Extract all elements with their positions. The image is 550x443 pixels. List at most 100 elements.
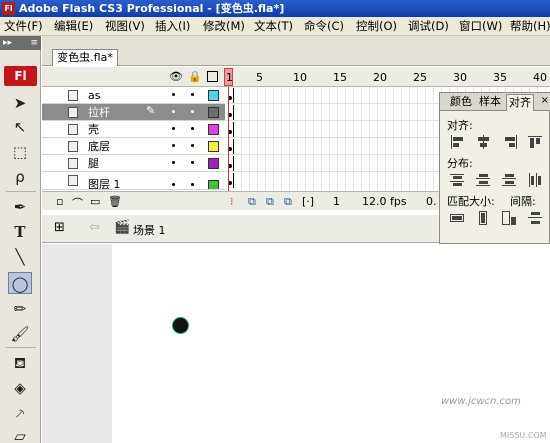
modify-onion-markers-icon[interactable]: [·]: [302, 195, 314, 208]
paint-bucket-tool-icon[interactable]: ◈: [8, 377, 32, 399]
stage-area[interactable]: [42, 244, 550, 443]
onion-skin-icon[interactable]: ⧉: [248, 195, 256, 209]
lock-dot[interactable]: [191, 183, 194, 186]
align-left-icon[interactable]: [450, 135, 466, 149]
menu-file[interactable]: 文件(F): [4, 19, 43, 34]
eyedropper-tool-icon[interactable]: ⸕: [8, 402, 32, 424]
layer-row[interactable]: 图层 1: [42, 172, 225, 190]
edit-multiple-frames-icon[interactable]: ⧉: [284, 195, 292, 209]
line-tool-icon[interactable]: ╲: [8, 246, 32, 268]
distribute-left-icon[interactable]: [528, 173, 544, 187]
match-height-icon[interactable]: [476, 211, 492, 225]
toolbox-divider: [6, 347, 36, 348]
layer-row[interactable]: 腿: [42, 155, 225, 172]
oval-tool-icon[interactable]: ◯: [8, 272, 32, 294]
outline-color-swatch[interactable]: [208, 158, 219, 169]
outline-all-icon[interactable]: [207, 71, 218, 82]
frame-number: 5: [256, 71, 263, 84]
menu-insert[interactable]: 插入(I): [155, 19, 190, 34]
panel-close-icon[interactable]: ×: [541, 95, 549, 106]
lock-dot[interactable]: [191, 161, 194, 164]
visibility-dot[interactable]: [172, 110, 175, 113]
subselection-tool-icon[interactable]: ↖: [8, 116, 32, 138]
match-width-height-icon[interactable]: [502, 211, 518, 225]
outline-color-swatch[interactable]: [208, 180, 219, 189]
distribute-bottom-icon[interactable]: [502, 173, 518, 187]
lock-dot[interactable]: [191, 110, 194, 113]
space-evenly-vertical-icon[interactable]: [528, 211, 544, 225]
text-tool-icon[interactable]: T: [8, 221, 32, 243]
lock-all-icon[interactable]: 🔒: [188, 70, 202, 83]
add-motion-guide-icon[interactable]: ⌒: [72, 195, 83, 211]
layer-row[interactable]: as: [42, 87, 225, 104]
visibility-dot[interactable]: [172, 144, 175, 147]
outline-color-swatch[interactable]: [208, 141, 219, 152]
elapsed-time: 0.: [426, 195, 437, 208]
visibility-dot[interactable]: [172, 93, 175, 96]
layer-name: 底层: [88, 140, 110, 153]
layer-list: as 拉杆 ✎ 壳 底层 腿 图层 1: [42, 87, 225, 190]
brush-tool-icon[interactable]: 🖌: [8, 323, 32, 345]
layer-name: 图层 1: [88, 178, 121, 190]
layer-row-selected[interactable]: 拉杆 ✎: [42, 104, 225, 121]
stage-circle-shape[interactable]: [172, 317, 189, 334]
menu-window[interactable]: 窗口(W): [459, 19, 502, 34]
align-panel: 颜色 样本 对齐 × 对齐: 分布: 匹配大小: 间隔:: [439, 92, 550, 244]
menu-help[interactable]: 帮助(H): [510, 19, 550, 34]
menu-view[interactable]: 视图(V): [105, 19, 145, 34]
lock-dot[interactable]: [191, 93, 194, 96]
insert-layer-icon[interactable]: ▫: [56, 195, 63, 208]
selection-tool-icon[interactable]: ➤: [8, 92, 32, 114]
frame-number: 20: [373, 71, 387, 84]
distribute-vertical-center-icon[interactable]: [476, 173, 492, 187]
delete-layer-icon[interactable]: 🗑: [108, 195, 122, 208]
visibility-dot[interactable]: [172, 161, 175, 164]
layer-row[interactable]: 壳: [42, 121, 225, 138]
eraser-tool-icon[interactable]: ▱: [8, 425, 32, 443]
match-width-icon[interactable]: [450, 211, 466, 225]
free-transform-tool-icon[interactable]: ⬚: [8, 141, 32, 163]
layer-row[interactable]: 底层: [42, 138, 225, 155]
document-tab[interactable]: 变色虫.fla*: [52, 49, 118, 66]
menu-debug[interactable]: 调试(D): [408, 19, 449, 34]
visibility-dot[interactable]: [172, 127, 175, 130]
lasso-tool-icon[interactable]: ρ: [8, 166, 32, 188]
outline-color-swatch[interactable]: [208, 107, 219, 118]
frame-number: 35: [493, 71, 507, 84]
menu-commands[interactable]: 命令(C): [304, 19, 344, 34]
pencil-tool-icon[interactable]: ✏: [8, 298, 32, 320]
menu-text[interactable]: 文本(T): [254, 19, 293, 34]
lock-dot[interactable]: [191, 127, 194, 130]
playhead-line: [228, 87, 229, 208]
center-frame-icon[interactable]: ⁝: [230, 195, 234, 208]
frame-number: 10: [293, 71, 307, 84]
align-right-icon[interactable]: [502, 135, 518, 149]
outline-color-swatch[interactable]: [208, 124, 219, 135]
show-hide-all-icon[interactable]: 👁: [169, 70, 183, 83]
tab-swatches[interactable]: 样本: [477, 94, 503, 111]
align-top-icon[interactable]: [528, 135, 544, 149]
tab-color[interactable]: 颜色: [448, 94, 474, 111]
timeline-toggle-icon[interactable]: ⊞: [54, 220, 65, 235]
insert-folder-icon[interactable]: ▭: [90, 195, 100, 208]
distribute-top-icon[interactable]: [450, 173, 466, 187]
onion-skin-outlines-icon[interactable]: ⧉: [266, 195, 274, 209]
edit-pencil-icon: ✎: [146, 104, 156, 117]
tab-align[interactable]: 对齐: [506, 94, 534, 111]
frame-number: 15: [333, 71, 347, 84]
align-section-label: 对齐:: [447, 119, 473, 132]
visibility-dot[interactable]: [172, 183, 175, 186]
menu-modify[interactable]: 修改(M): [203, 19, 245, 34]
flash-app-icon: Fl: [2, 2, 15, 15]
layer-name: 壳: [88, 123, 99, 136]
outline-color-swatch[interactable]: [208, 90, 219, 101]
pen-tool-icon[interactable]: ✒: [8, 196, 32, 218]
toolbox-grip[interactable]: ▸▸ ≡: [0, 36, 41, 50]
align-horizontal-center-icon[interactable]: [476, 135, 492, 149]
lock-dot[interactable]: [191, 144, 194, 147]
ink-bottle-tool-icon[interactable]: ⛾: [8, 352, 32, 374]
menu-edit[interactable]: 编辑(E): [54, 19, 93, 34]
back-arrow-icon[interactable]: ⇦: [89, 220, 100, 235]
toolbox: ▸▸ ≡ Fl ➤ ↖ ⬚ ρ ✒ T ╲ ◯ ✏ 🖌 ⛾ ◈ ⸕ ▱: [0, 36, 41, 443]
menu-control[interactable]: 控制(O): [356, 19, 397, 34]
